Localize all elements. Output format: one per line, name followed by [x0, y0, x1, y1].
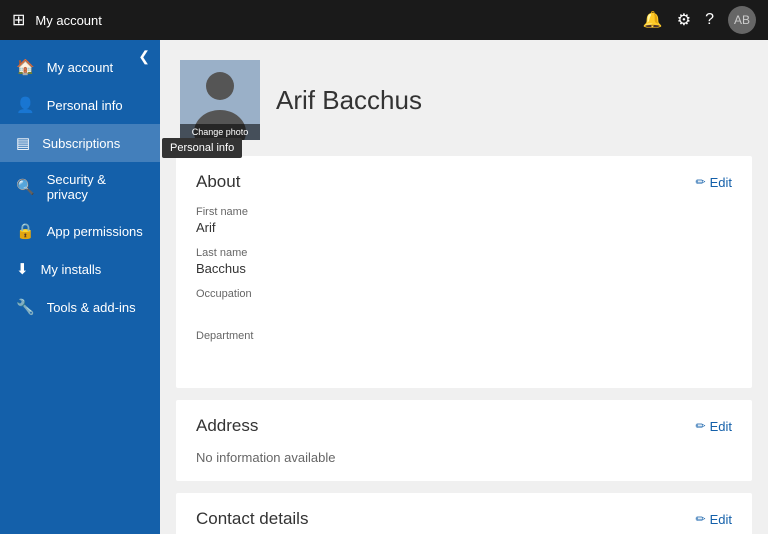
grid-icon[interactable]: ⊞	[12, 10, 25, 30]
occupation-value	[196, 302, 732, 318]
profile-name: Arif Bacchus	[276, 85, 422, 116]
lock-icon: 🔒	[16, 222, 35, 240]
sidebar-item-label: Security & privacy	[47, 172, 144, 202]
address-card-header: Address ✏ Edit	[196, 416, 732, 436]
contact-card-header: Contact details ✏ Edit	[196, 509, 732, 529]
sidebar-item-tools-addins[interactable]: 🔧 Tools & add-ins	[0, 288, 160, 326]
contact-title: Contact details	[196, 509, 308, 529]
occupation-label: Occupation	[196, 288, 732, 300]
pencil-icon: ✏	[696, 419, 706, 433]
profile-photo-container: Change photo	[180, 60, 260, 140]
help-icon[interactable]: ?	[705, 11, 714, 29]
sidebar-item-label: Subscriptions	[42, 136, 120, 151]
sidebar-item-label: App permissions	[47, 224, 143, 239]
settings-icon[interactable]: ⚙	[677, 10, 691, 30]
search-icon: 🔍	[16, 178, 35, 196]
download-icon: ⬇	[16, 260, 29, 278]
sidebar: ❮ 🏠 My account 👤 Personal info ▤ Subscri…	[0, 40, 160, 534]
last-name-value: Bacchus	[196, 261, 732, 276]
first-name-field: First name Arif	[196, 206, 732, 235]
sidebar-item-label: My account	[47, 60, 113, 75]
subscriptions-icon: ▤	[16, 134, 30, 152]
about-card-header: About ✏ Edit	[196, 172, 732, 192]
address-title: Address	[196, 416, 258, 436]
occupation-field: Occupation	[196, 288, 732, 318]
sidebar-item-label: My installs	[41, 262, 102, 277]
contact-edit-button[interactable]: ✏ Edit	[696, 512, 732, 527]
sidebar-item-label: Tools & add-ins	[47, 300, 136, 315]
avatar[interactable]: AB	[728, 6, 756, 34]
person-icon: 👤	[16, 96, 35, 114]
address-card: Address ✏ Edit No information available	[176, 400, 752, 481]
topbar-title: My account	[35, 13, 642, 28]
profile-header: Change photo Arif Bacchus	[160, 40, 768, 156]
home-icon: 🏠	[16, 58, 35, 76]
sidebar-item-app-permissions[interactable]: 🔒 App permissions	[0, 212, 160, 250]
department-field: Department	[196, 330, 732, 360]
last-name-field: Last name Bacchus	[196, 247, 732, 276]
first-name-label: First name	[196, 206, 732, 218]
wrench-icon: 🔧	[16, 298, 35, 316]
sidebar-item-my-account[interactable]: 🏠 My account	[0, 48, 160, 86]
no-info-text: No information available	[196, 450, 732, 465]
pencil-icon: ✏	[696, 175, 706, 189]
sidebar-item-security-privacy[interactable]: 🔍 Security & privacy	[0, 162, 160, 212]
department-value	[196, 344, 732, 360]
about-card: About ✏ Edit First name Arif Last name B…	[176, 156, 752, 388]
about-title: About	[196, 172, 240, 192]
contact-card: Contact details ✏ Edit Email arif@onmsft…	[176, 493, 752, 534]
sidebar-item-my-installs[interactable]: ⬇ My installs	[0, 250, 160, 288]
pencil-icon: ✏	[696, 512, 706, 526]
notification-icon[interactable]: 🔔	[643, 10, 663, 30]
sidebar-item-label: Personal info	[47, 98, 123, 113]
first-name-value: Arif	[196, 220, 732, 235]
tooltip: Personal info	[162, 138, 242, 158]
last-name-label: Last name	[196, 247, 732, 259]
sidebar-item-personal-info[interactable]: 👤 Personal info	[0, 86, 160, 124]
topbar-actions: 🔔 ⚙ ? AB	[643, 6, 756, 34]
main-layout: ❮ 🏠 My account 👤 Personal info ▤ Subscri…	[0, 40, 768, 534]
content-area: Change photo Arif Bacchus About ✏ Edit F…	[160, 40, 768, 534]
topbar: ⊞ My account 🔔 ⚙ ? AB	[0, 0, 768, 40]
sidebar-item-subscriptions[interactable]: ▤ Subscriptions	[0, 124, 160, 162]
about-edit-button[interactable]: ✏ Edit	[696, 175, 732, 190]
department-label: Department	[196, 330, 732, 342]
address-edit-button[interactable]: ✏ Edit	[696, 419, 732, 434]
